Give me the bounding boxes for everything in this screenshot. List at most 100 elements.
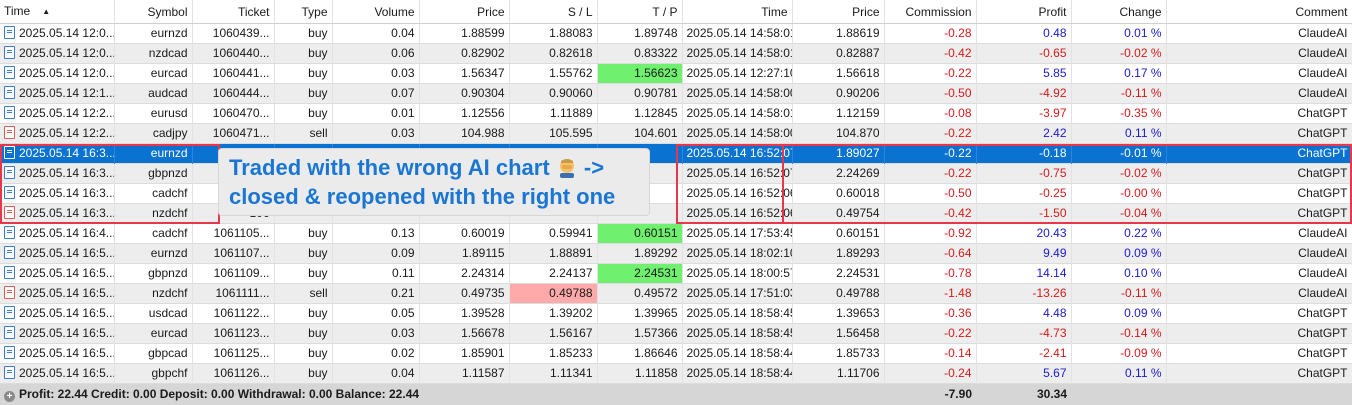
- cell-type: buy: [274, 103, 333, 124]
- cell-volume: 0.05: [332, 303, 420, 324]
- cell-commission: -0.22: [884, 143, 977, 164]
- table-row[interactable]: 2025.05.14 12:1... audcad 1060444... buy 0.0…: [0, 83, 1352, 104]
- cell-profit: -3.97: [976, 103, 1072, 124]
- cell-symbol: gbpnzd: [114, 163, 193, 184]
- cell-change: -0.11 %: [1071, 83, 1167, 104]
- cell-comment: ChatGPT: [1166, 203, 1352, 224]
- cell-symbol: nzdchf: [114, 283, 193, 304]
- column-header-tp[interactable]: T / P: [597, 0, 683, 24]
- cell-stop-loss: 0.90060: [509, 83, 598, 104]
- cell-ticket: 1061123...: [192, 323, 275, 344]
- table-row[interactable]: 2025.05.14 16:3...nzdchf1062025.05.14 16…: [0, 203, 1352, 224]
- column-header-volume[interactable]: Volume: [332, 0, 420, 24]
- open-time-text: 2025.05.14 12:2...: [19, 126, 114, 140]
- cell-change: -0.02 %: [1071, 163, 1167, 184]
- cell-close-price: 1.12159: [792, 103, 885, 124]
- cell-open-time: 2025.05.14 16:5...: [0, 263, 115, 284]
- cell-symbol: eurnzd: [114, 243, 193, 264]
- cell-comment: ChatGPT: [1166, 363, 1352, 384]
- table-row[interactable]: 2025.05.14 12:2... cadjpy 1060471... sell 0.…: [0, 123, 1352, 144]
- cell-comment: ChatGPT: [1166, 123, 1352, 144]
- cell-close-price: 0.82887: [792, 43, 885, 64]
- cell-ticket: 1061122...: [192, 303, 275, 324]
- cell-comment: ChatGPT: [1166, 323, 1352, 344]
- cell-open-price: 2.24314: [419, 263, 510, 284]
- table-row[interactable]: 2025.05.14 12:0... nzdcad 1060440... buy 0.0…: [0, 43, 1352, 64]
- cell-profit: -4.73: [976, 323, 1072, 344]
- table-row[interactable]: 2025.05.14 16:3...eurnzd1062025.05.14 16…: [0, 143, 1352, 164]
- cell-stop-loss: 1.88891: [509, 243, 598, 264]
- cell-comment: ClaudeAI: [1166, 223, 1352, 244]
- cell-open-time: 2025.05.14 16:3...: [0, 183, 115, 204]
- buy-order-icon: [4, 306, 15, 319]
- column-header-profit[interactable]: Profit: [976, 0, 1072, 24]
- cell-type: buy: [274, 323, 333, 344]
- table-row[interactable]: 2025.05.14 16:5... eurnzd 1061107... buy 0.0…: [0, 243, 1352, 264]
- table-row[interactable]: 2025.05.14 16:3...cadchf1062025.05.14 16…: [0, 183, 1352, 204]
- cell-ticket: 1061109...: [192, 263, 275, 284]
- cell-profit: -0.65: [976, 43, 1072, 64]
- cell-symbol: cadjpy: [114, 123, 193, 144]
- cell-type: buy: [274, 23, 333, 44]
- cell-type: buy: [274, 243, 333, 264]
- cell-stop-loss: 1.11341: [509, 363, 598, 384]
- cell-type: buy: [274, 63, 333, 84]
- table-row[interactable]: 2025.05.14 16:5... eurcad 1061123... buy 0.0…: [0, 323, 1352, 344]
- cell-commission: -1.48: [884, 283, 977, 304]
- column-header-symbol[interactable]: Symbol: [114, 0, 193, 24]
- cell-symbol: gbpnzd: [114, 263, 193, 284]
- table-row[interactable]: 2025.05.14 16:5... gbpnzd 1061109... buy 0.1…: [0, 263, 1352, 284]
- cell-close-time: 2025.05.14 14:58:00: [682, 83, 793, 104]
- cell-commission: -0.22: [884, 163, 977, 184]
- cell-open-price: 1.56678: [419, 323, 510, 344]
- cell-close-price: 1.89027: [792, 143, 885, 164]
- cell-commission: -0.50: [884, 83, 977, 104]
- table-row[interactable]: 2025.05.14 16:5... usdcad 1061122... buy 0.0…: [0, 303, 1352, 324]
- sell-order-icon: [4, 126, 15, 139]
- cell-volume: 0.04: [332, 23, 420, 44]
- cell-close-price: 0.90206: [792, 83, 885, 104]
- column-header-type[interactable]: Type: [274, 0, 333, 24]
- annotation-line-1: Traded with the wrong AI chart ->: [229, 155, 605, 180]
- table-row[interactable]: 2025.05.14 16:5... nzdchf 1061111... sell 0.…: [0, 283, 1352, 304]
- open-time-text: 2025.05.14 12:1...: [19, 86, 114, 100]
- table-row[interactable]: 2025.05.14 12:2... eurusd 1060470... buy 0.0…: [0, 103, 1352, 124]
- cell-ticket: 1061126...: [192, 363, 275, 384]
- open-time-text: 2025.05.14 16:5...: [19, 246, 114, 260]
- cell-ticket: 1061107...: [192, 243, 275, 264]
- table-row[interactable]: 2025.05.14 16:5... gbpcad 1061125... buy 0.0…: [0, 343, 1352, 364]
- cell-symbol: eurusd: [114, 103, 193, 124]
- cell-profit: -4.92: [976, 83, 1072, 104]
- column-header-ticket[interactable]: Ticket: [192, 0, 275, 24]
- column-header-comment[interactable]: Comment: [1166, 0, 1352, 24]
- column-header-close-time[interactable]: Time: [682, 0, 793, 24]
- column-header-change[interactable]: Change: [1071, 0, 1167, 24]
- cell-comment: ClaudeAI: [1166, 83, 1352, 104]
- open-time-text: 2025.05.14 16:5...: [19, 346, 114, 360]
- cell-close-time: 2025.05.14 12:27:10: [682, 63, 793, 84]
- table-row[interactable]: 2025.05.14 12:0... eurcad 1060441... buy 0.0…: [0, 63, 1352, 84]
- buy-order-icon: [4, 226, 15, 239]
- cell-symbol: eurcad: [114, 63, 193, 84]
- column-header-sl[interactable]: S / L: [509, 0, 598, 24]
- cell-change: 0.10 %: [1071, 263, 1167, 284]
- cell-change: 0.01 %: [1071, 23, 1167, 44]
- cell-close-price: 0.60151: [792, 223, 885, 244]
- cell-close-price: 2.24269: [792, 163, 885, 184]
- expand-plus-icon[interactable]: +: [4, 390, 15, 402]
- table-row[interactable]: 2025.05.14 12:0... eurnzd 1060439... buy 0.0…: [0, 23, 1352, 44]
- cell-open-time: 2025.05.14 16:5...: [0, 243, 115, 264]
- column-header-close-price[interactable]: Price: [792, 0, 885, 24]
- cell-commission: -0.22: [884, 323, 977, 344]
- cell-change: -0.11 %: [1071, 283, 1167, 304]
- table-row[interactable]: 2025.05.14 16:5... gbpchf 1061126... buy 0.0…: [0, 363, 1352, 384]
- cell-open-price: 1.11587: [419, 363, 510, 384]
- cell-close-time: 2025.05.14 17:53:45: [682, 223, 793, 244]
- table-row[interactable]: 2025.05.14 16:3...gbpnzd1062025.05.14 16…: [0, 163, 1352, 184]
- table-row[interactable]: 2025.05.14 16:4... cadchf 1061105... buy 0.1…: [0, 223, 1352, 244]
- cell-close-time: 2025.05.14 17:51:03: [682, 283, 793, 304]
- column-header-commission[interactable]: Commission: [884, 0, 977, 24]
- column-header-price[interactable]: Price: [419, 0, 510, 24]
- column-header-time[interactable]: Time ▲: [0, 0, 115, 24]
- buy-order-icon: [4, 26, 15, 39]
